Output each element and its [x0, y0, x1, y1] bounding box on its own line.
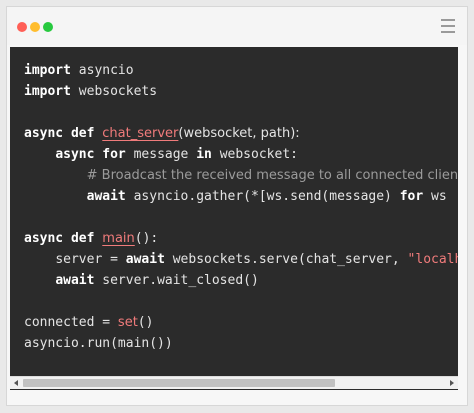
- keyword: def: [63, 126, 103, 141]
- code-text: asyncio: [70, 63, 134, 78]
- builtin-name: set: [117, 315, 138, 330]
- function-name: chat_server: [102, 126, 179, 141]
- keyword: async: [24, 126, 64, 141]
- code-text: (websocket, path):: [178, 126, 300, 141]
- code-text: connected =: [24, 315, 118, 330]
- code-line: connected = set(): [24, 312, 458, 333]
- code-line: async def main():: [24, 228, 458, 249]
- keyword: import: [24, 84, 71, 99]
- keyword: async: [55, 147, 95, 162]
- code-text: websocket:: [211, 147, 298, 162]
- scroll-left-arrow-icon[interactable]: [14, 380, 18, 386]
- code-text: ():: [134, 231, 159, 246]
- code-line: await asyncio.gather(*[ws.send(message) …: [24, 186, 458, 207]
- keyword: async: [24, 231, 64, 246]
- maximize-dot-icon[interactable]: [43, 22, 53, 32]
- code-line: async def chat_server(websocket, path):: [24, 123, 458, 144]
- keyword: import: [24, 63, 71, 78]
- keyword: await: [125, 252, 165, 267]
- keyword: for: [399, 189, 424, 204]
- minimize-dot-icon[interactable]: [30, 22, 40, 32]
- code-text: asyncio.gather(*[ws.send(message): [125, 189, 400, 204]
- keyword: for: [94, 147, 126, 162]
- keyword: in: [196, 147, 212, 162]
- code-line: await server.wait_closed(): [24, 270, 458, 291]
- code-text: asyncio.run(main()): [24, 336, 173, 351]
- code-text: websockets: [70, 84, 158, 99]
- code-comment: # Broadcast the received message to all …: [86, 168, 458, 183]
- code-text: server.wait_closed(): [94, 273, 259, 288]
- code-panel: import asyncio import websockets async def…: [10, 47, 458, 390]
- window-titlebar: [7, 7, 467, 45]
- code-line: server = await websockets.serve(chat_ser…: [24, 249, 458, 270]
- code-text: ws: [423, 189, 447, 204]
- code-line: asyncio.run(main()): [24, 333, 458, 354]
- code-text: (): [137, 315, 154, 330]
- keyword: def: [63, 231, 103, 246]
- code-text: message: [125, 147, 197, 162]
- code-line: import asyncio: [24, 60, 458, 81]
- function-name: main: [102, 231, 135, 246]
- close-dot-icon[interactable]: [17, 22, 27, 32]
- code-line: async for message in websocket:: [24, 144, 458, 165]
- string-literal: "localh: [407, 252, 458, 267]
- keyword: await: [55, 273, 95, 288]
- horizontal-scrollbar[interactable]: [10, 376, 458, 389]
- scroll-right-arrow-icon[interactable]: [450, 380, 454, 386]
- code-text: server =: [55, 252, 126, 267]
- scrollbar-thumb[interactable]: [23, 379, 335, 387]
- code-block: import asyncio import websockets async def…: [24, 60, 458, 354]
- code-line: # Broadcast the received message to all …: [24, 165, 458, 186]
- code-text: websockets.serve(chat_server,: [164, 252, 408, 267]
- hamburger-menu-icon[interactable]: [441, 19, 455, 33]
- keyword: await: [86, 189, 126, 204]
- code-line: import websockets: [24, 81, 458, 102]
